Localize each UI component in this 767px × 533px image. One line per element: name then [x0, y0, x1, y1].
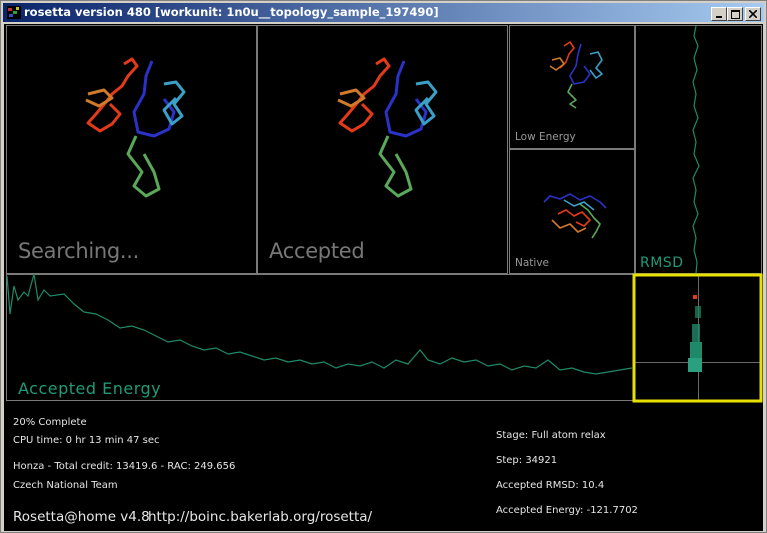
graphics-area: Searching... Accepted Low Energy Native … — [4, 24, 763, 531]
accepted-energy-text: Accepted Energy: -121.7702 — [496, 505, 638, 516]
user-credit-text: Honza - Total credit: 13419.6 - RAC: 249… — [13, 461, 236, 472]
progress-text: 20% Complete — [13, 417, 87, 428]
native-label: Native — [515, 257, 549, 269]
graphics-canvas — [6, 25, 763, 403]
rmsd-label: RMSD — [640, 255, 684, 271]
stage-text: Stage: Full atom relax — [496, 430, 606, 441]
app-version-text: Rosetta@home v4.8 — [13, 509, 150, 525]
maximize-icon — [730, 9, 740, 19]
accepted-rmsd-text: Accepted RMSD: 10.4 — [496, 480, 605, 491]
low-energy-protein-structure — [549, 41, 603, 109]
close-icon — [749, 10, 757, 18]
maximize-button[interactable] — [727, 7, 743, 21]
current-point-marker — [693, 295, 697, 299]
minimize-icon — [716, 16, 722, 18]
rmsd-energy-scatter-plot — [635, 276, 761, 400]
accepted-protein-structure — [337, 57, 438, 198]
boinc-app-icon — [7, 6, 21, 19]
cpu-time-text: CPU time: 0 hr 13 min 47 sec — [13, 435, 160, 446]
panel-borders — [6, 25, 762, 401]
accepted-energy-label: Accepted Energy — [18, 379, 162, 398]
accepted-energy-trace — [6, 273, 633, 375]
rosetta-window: rosetta version 480 [workunit: 1n0u__top… — [0, 0, 767, 533]
team-text: Czech National Team — [13, 480, 118, 491]
low-energy-label: Low Energy — [515, 131, 576, 143]
step-text: Step: 34921 — [496, 455, 558, 466]
accepted-label: Accepted — [269, 239, 365, 263]
rmsd-history-trace — [692, 25, 700, 274]
native-protein-structure — [543, 193, 607, 239]
close-button[interactable] — [745, 7, 761, 21]
minimize-button[interactable] — [711, 7, 727, 21]
title-bar[interactable]: rosetta version 480 [workunit: 1n0u__top… — [3, 3, 764, 22]
searching-protein-structure — [85, 57, 186, 198]
project-url-text: http://boinc.bakerlab.org/rosetta/ — [148, 509, 373, 525]
window-title: rosetta version 480 [workunit: 1n0u__top… — [24, 5, 439, 19]
searching-label: Searching... — [18, 239, 140, 263]
